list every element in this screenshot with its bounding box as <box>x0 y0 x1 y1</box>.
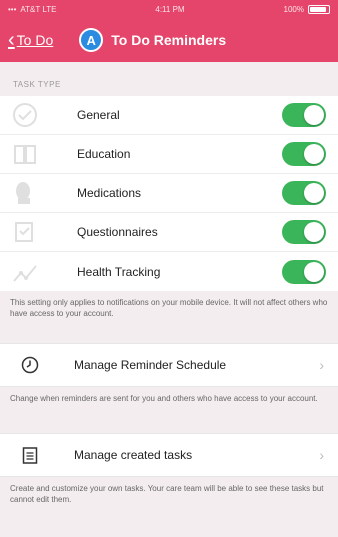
status-time: 4:11 PM <box>155 4 185 14</box>
manage-created-tasks-button[interactable]: Manage created tasks › <box>0 433 338 477</box>
list-item-education: Education <box>0 135 338 174</box>
menu-label: Manage Reminder Schedule <box>74 358 227 372</box>
toggle-education[interactable] <box>282 142 326 166</box>
created-tasks-note: Create and customize your own tasks. You… <box>10 484 324 504</box>
list-item-label: Health Tracking <box>77 264 161 279</box>
chevron-left-icon: ‹ <box>8 29 15 51</box>
list-item-label: Medications <box>77 186 142 200</box>
list-item-questionnaires: Questionnaires <box>0 213 338 252</box>
section-header: TASK TYPE <box>13 80 61 89</box>
toggle-general[interactable] <box>282 103 326 127</box>
app-screen: ••• AT&T LTE 4:11 PM 100% ‹ To Do A To D… <box>0 0 338 537</box>
menu-label: Manage created tasks <box>74 448 193 462</box>
nav-bar: ‹ To Do A To Do Reminders <box>0 18 338 62</box>
back-button[interactable]: ‹ To Do <box>8 30 53 50</box>
check-circle-icon <box>13 103 37 127</box>
schedule-note: Change when reminders are sent for you a… <box>10 394 318 403</box>
carrier-text: AT&T LTE <box>20 4 57 14</box>
status-right: 100% <box>283 4 330 14</box>
chevron-right-icon: › <box>319 447 324 463</box>
book-icon <box>14 145 36 164</box>
list-item-medications: Medications <box>0 174 338 213</box>
task-type-list: General Education Medications Questionna… <box>0 96 338 291</box>
list-item-label: Education <box>77 147 131 161</box>
list-item-label: General <box>77 108 120 122</box>
status-bar: ••• AT&T LTE 4:11 PM 100% <box>0 0 338 18</box>
back-label: To Do <box>16 32 54 48</box>
pill-icon <box>16 182 30 204</box>
toggle-medications[interactable] <box>282 181 326 205</box>
task-type-note: This setting only applies to notificatio… <box>10 298 328 318</box>
manage-reminder-schedule-button[interactable]: Manage Reminder Schedule › <box>0 343 338 387</box>
chevron-right-icon: › <box>319 357 324 373</box>
battery-percent: 100% <box>283 4 304 14</box>
list-item-label: Questionnaires <box>77 225 158 239</box>
toggle-health-tracking[interactable] <box>282 259 326 284</box>
list-item-health-tracking: Health Tracking <box>0 252 338 291</box>
avatar[interactable]: A <box>79 28 104 52</box>
clipboard-icon <box>20 445 40 465</box>
page-title: To Do Reminders <box>111 32 227 48</box>
title-wrap: A To Do Reminders <box>79 28 226 52</box>
list-item-general: General <box>0 96 338 135</box>
header: ••• AT&T LTE 4:11 PM 100% ‹ To Do A To D… <box>0 0 338 62</box>
status-left: ••• AT&T LTE <box>8 5 56 14</box>
battery-icon <box>308 4 330 14</box>
signal-icon: ••• <box>8 4 17 14</box>
toggle-questionnaires[interactable] <box>282 220 326 244</box>
questionnaire-icon <box>15 222 33 242</box>
trend-icon <box>13 264 37 282</box>
clock-icon <box>20 355 40 375</box>
